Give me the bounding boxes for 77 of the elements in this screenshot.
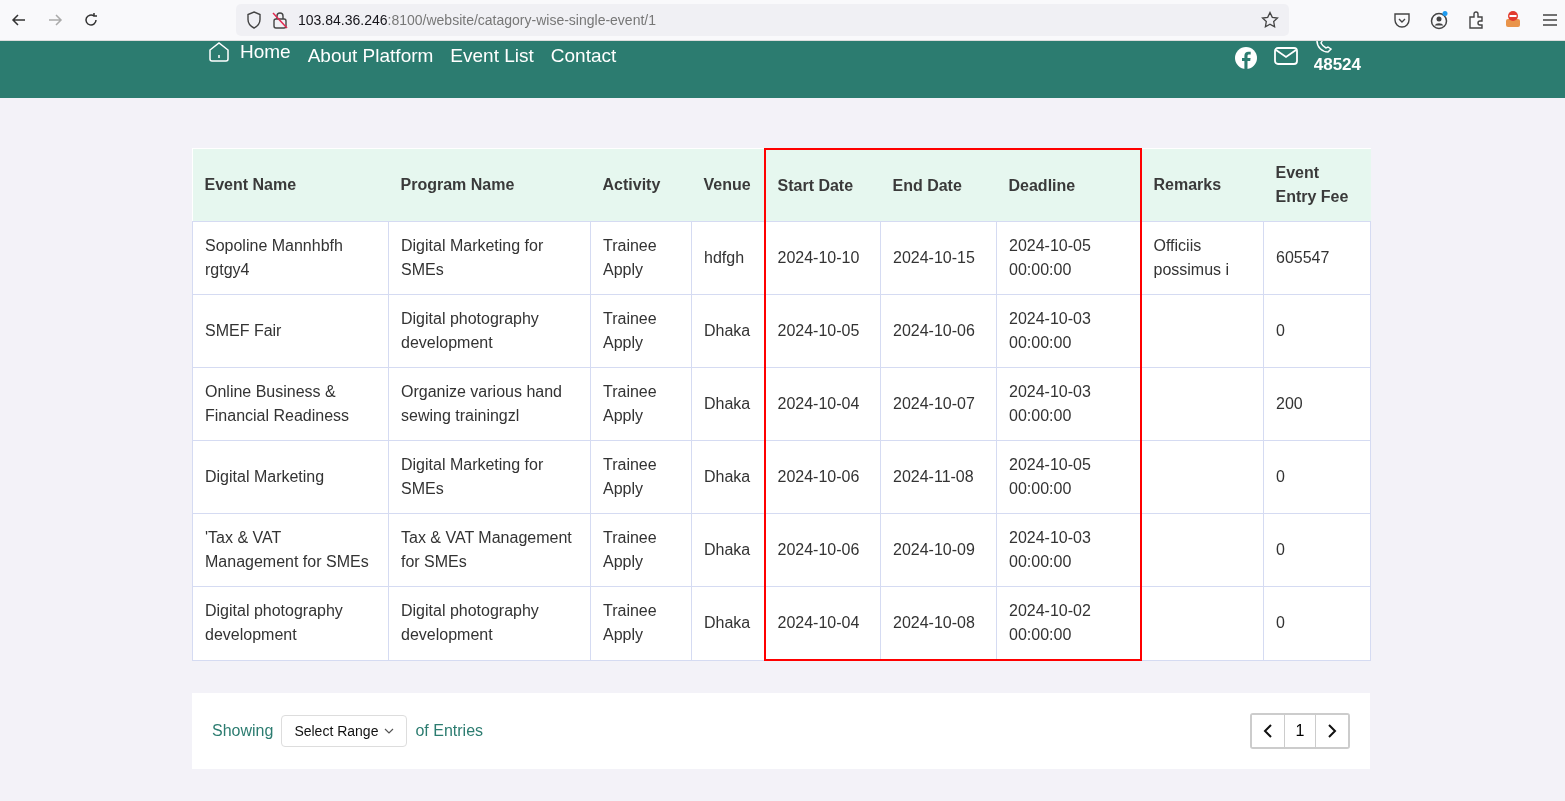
table-cell: Trainee Apply [590, 367, 692, 441]
table-cell: 2024-10-02 00:00:00 [996, 586, 1141, 660]
table-cell: 200 [1263, 367, 1371, 441]
table-cell: hdfgh [691, 221, 765, 295]
table-cell: 2024-11-08 [880, 440, 997, 514]
nav-link[interactable]: Home [240, 41, 291, 63]
table-cell: Trainee Apply [590, 586, 692, 660]
table-cell: Trainee Apply [590, 221, 692, 295]
range-select[interactable]: Select Range [281, 715, 408, 747]
table-cell: Digital photography development [192, 586, 389, 660]
table-cell: 2024-10-06 [880, 294, 997, 368]
table-cell: 2024-10-05 00:00:00 [996, 440, 1141, 514]
shield-icon [246, 11, 262, 29]
column-header: Program Name [388, 149, 591, 222]
table-cell: Sopoline Mannhbfh rgtgy4 [192, 221, 389, 295]
column-header: Start Date [764, 149, 881, 222]
table-cell: 0 [1263, 586, 1371, 660]
phone-number: 48524 [1313, 55, 1361, 75]
table-cell: Online Business & Financial Readiness [192, 367, 389, 441]
column-header: Activity [590, 149, 692, 222]
table-cell: 'Tax & VAT Management for SMEs [192, 513, 389, 587]
column-header: Deadline [996, 149, 1141, 222]
table-cell: 2024-10-05 00:00:00 [996, 221, 1141, 295]
table-cell: Officiis possimus i [1140, 221, 1264, 295]
table-cell: Digital photography development [388, 294, 591, 368]
menu-icon[interactable] [1541, 11, 1559, 29]
mail-icon[interactable] [1273, 46, 1298, 66]
column-header: Remarks [1140, 149, 1264, 222]
table-cell: Digital Marketing for SMEs [388, 221, 591, 295]
page-button[interactable]: 1 [1284, 715, 1316, 747]
column-header: Event Name [192, 149, 389, 222]
facebook-icon[interactable] [1233, 46, 1258, 70]
column-header: End Date [880, 149, 997, 222]
table-cell: Digital Marketing for SMEs [388, 440, 591, 514]
table-cell: 2024-10-05 [764, 294, 881, 368]
table-cell: SMEF Fair [192, 294, 389, 368]
table-cell: 0 [1263, 513, 1371, 587]
chevron-right-icon [1327, 723, 1337, 739]
table-cell: 2024-10-04 [764, 586, 881, 660]
account-icon[interactable] [1429, 10, 1449, 30]
table-cell: 2024-10-09 [880, 513, 997, 587]
table-cell: 2024-10-15 [880, 221, 997, 295]
table-cell: 0 [1263, 294, 1371, 368]
table-cell: 605547 [1263, 221, 1371, 295]
table-cell: Trainee Apply [590, 513, 692, 587]
table-cell: Organize various hand sewing trainingzl [388, 367, 591, 441]
table-cell: 2024-10-03 00:00:00 [996, 513, 1141, 587]
pocket-icon[interactable] [1393, 11, 1411, 29]
table-cell: 2024-10-10 [764, 221, 881, 295]
insecure-lock-icon [272, 11, 288, 29]
table-cell: 2024-10-04 [764, 367, 881, 441]
table-cell: Trainee Apply [590, 294, 692, 368]
table-cell: 2024-10-03 00:00:00 [996, 367, 1141, 441]
table-cell: 2024-10-06 [764, 513, 881, 587]
address-bar[interactable]: 103.84.36.246:8100/website/catagory-wise-single-event/1 [236, 4, 1289, 36]
table-cell: 2024-10-07 [880, 367, 997, 441]
table-cell: Digital photography development [388, 586, 591, 660]
table-cell: Tax & VAT Management for SMEs [388, 513, 591, 587]
table-cell: 2024-10-06 [764, 440, 881, 514]
nav-link[interactable]: Event List [450, 45, 534, 67]
entries-label: of Entries [415, 722, 484, 740]
nav-link[interactable]: About Platform [307, 45, 434, 67]
chevron-down-icon [384, 728, 395, 734]
table-cell: 2024-10-08 [880, 586, 997, 660]
column-header: Event Entry Fee [1263, 149, 1371, 222]
url-text: 103.84.36.246:8100/website/catagory-wise-single-event/1 [298, 12, 657, 28]
table-cell: Digital Marketing [192, 440, 389, 514]
table-cell: 0 [1263, 440, 1371, 514]
nav-link[interactable]: Contact [550, 45, 617, 67]
extension-icon[interactable] [1467, 11, 1485, 29]
addon-icon[interactable] [1503, 10, 1523, 30]
table-cell: Trainee Apply [590, 440, 692, 514]
column-header: Venue [691, 149, 765, 222]
chevron-left-icon [1263, 723, 1273, 739]
showing-label: Showing [212, 722, 274, 740]
star-icon[interactable] [1261, 11, 1279, 29]
table-cell: 2024-10-03 00:00:00 [996, 294, 1141, 368]
